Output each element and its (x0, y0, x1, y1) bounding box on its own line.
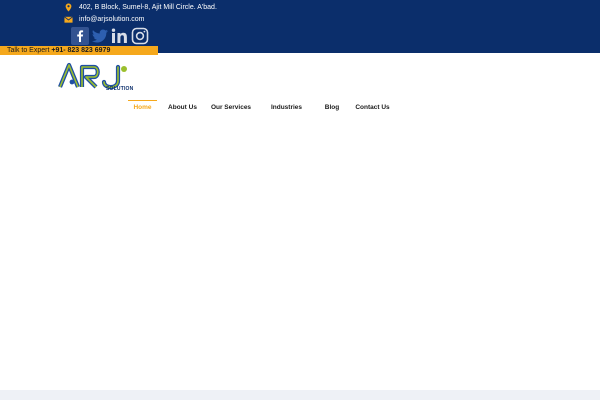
expert-phone[interactable]: +91- 823 823 6979 (51, 47, 110, 54)
envelope-icon (64, 15, 73, 24)
nav-our-services[interactable]: Our Services (210, 100, 252, 116)
expert-label: Talk to Expert (7, 47, 50, 54)
social-links (70, 26, 150, 46)
email-row[interactable]: info@arjsolution.com (64, 15, 144, 24)
main-navigation: Home About Us Our Services Industries Bl… (0, 100, 600, 116)
instagram-icon[interactable] (130, 26, 150, 46)
nav-industries[interactable]: Industries (270, 100, 303, 116)
address-text: 402, B Block, Sumel-8, Ajit Mill Circle.… (79, 4, 217, 11)
nav-about-us[interactable]: About Us (166, 100, 199, 116)
nav-blog[interactable]: Blog (322, 100, 342, 116)
nav-contact-us[interactable]: Contact Us (354, 100, 391, 116)
address-row: 402, B Block, Sumel-8, Ajit Mill Circle.… (64, 3, 217, 12)
page: 402, B Block, Sumel-8, Ajit Mill Circle.… (0, 0, 600, 400)
email-link[interactable]: info@arjsolution.com (79, 16, 144, 23)
location-pin-icon (64, 3, 73, 12)
talk-to-expert-banner[interactable]: Talk to Expert +91- 823 823 6979 (0, 46, 158, 55)
footer-strip (0, 390, 600, 400)
logo-subtitle: SOLUTION (106, 86, 134, 92)
facebook-icon[interactable] (70, 26, 90, 46)
nav-home[interactable]: Home (128, 100, 157, 116)
linkedin-icon[interactable] (110, 26, 130, 46)
twitter-icon[interactable] (90, 26, 110, 46)
